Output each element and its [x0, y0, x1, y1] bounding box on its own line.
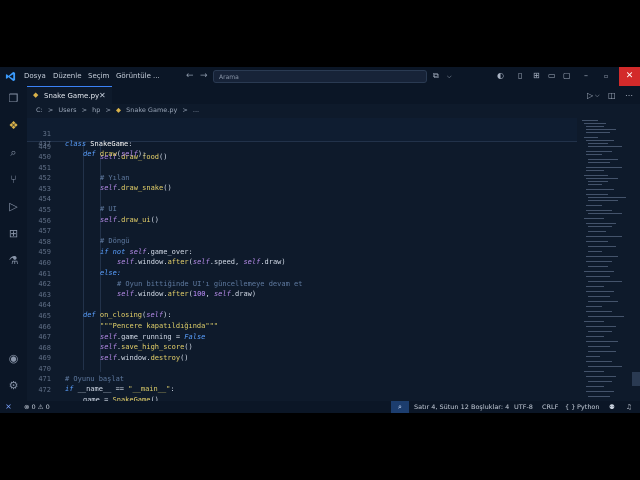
testing-icon[interactable]: ⚗ — [7, 254, 20, 267]
title-bar: Dosya Düzenle Seçim Görüntüle ... ← → Ar… — [0, 67, 640, 86]
chevron-down-icon[interactable]: ⌵ — [447, 73, 452, 81]
settings-icon[interactable]: ⚙ — [7, 379, 20, 392]
code-line: class SnakeGame: — [65, 140, 133, 148]
account-icon[interactable]: ◉ — [7, 352, 20, 365]
indent-guide — [83, 142, 84, 370]
command-search-input[interactable]: Arama — [213, 70, 427, 83]
menu-edit[interactable]: Düzenle — [53, 72, 82, 80]
menu-file[interactable]: Dosya — [24, 72, 46, 80]
code-line: # Oyun bittiğinde UI'ı güncellemeye deva… — [117, 280, 303, 288]
menu-selection[interactable]: Seçim — [88, 72, 109, 80]
search-icon[interactable]: ⌕ — [7, 146, 20, 159]
error-count: 0 — [31, 403, 36, 411]
problems-status[interactable]: ⊗ 0 ⚠ 0 — [24, 403, 50, 411]
code-line: self.window.after(self.speed, self.draw) — [117, 258, 286, 266]
breadcrumb-sep: > — [182, 106, 188, 114]
encoding-status[interactable]: UTF-8 — [514, 403, 533, 411]
warning-count: 0 — [45, 403, 50, 411]
code-editor[interactable]: 449 self.draw_food() 450 451 # Yılan 452… — [27, 118, 577, 401]
python-file-icon: ◆ — [33, 91, 39, 99]
tab-bar: ◆ Snake Game.py ✕ ▷ ⌵ ◫ ⋯ — [27, 86, 640, 104]
code-line: if not self.game_over: — [100, 248, 193, 256]
run-dropdown-icon[interactable]: ⌵ — [595, 92, 600, 100]
copilot-chat-icon[interactable]: ⧉ — [433, 71, 439, 81]
code-line: def on_closing(self): — [83, 311, 172, 319]
tab-label: Snake Game.py — [44, 92, 100, 100]
code-line: def draw(self): — [83, 150, 147, 158]
breadcrumb: C: > Users > hp > ◆ Snake Game.py > ... — [36, 106, 202, 114]
vscode-logo-icon[interactable] — [5, 71, 16, 82]
breadcrumb-drive[interactable]: C: — [36, 106, 43, 114]
sticky-scroll-header[interactable]: 31 class SnakeGame: 437 def draw(self): — [27, 118, 577, 158]
tab-snake-game[interactable]: ◆ Snake Game.py ✕ — [27, 86, 112, 104]
breadcrumb-sep: > — [81, 106, 88, 114]
close-icon: ✕ — [625, 71, 634, 81]
code-line: # Döngü — [100, 237, 130, 245]
breadcrumb-symbols[interactable]: ... — [193, 106, 199, 114]
menu-more[interactable]: ... — [153, 72, 160, 80]
breadcrumb-file[interactable]: Snake Game.py — [126, 106, 177, 114]
accounts-layout-icon[interactable]: ◐ — [497, 71, 504, 80]
scrollbar-thumb[interactable] — [632, 372, 640, 386]
code-line: # UI — [100, 205, 117, 213]
close-button[interactable]: ✕ — [619, 67, 640, 86]
toggle-panel-icon[interactable]: ⊞ — [533, 71, 540, 80]
code-line: # Yılan — [100, 174, 130, 182]
run-debug-icon[interactable]: ▷ — [7, 200, 20, 213]
breadcrumb-users[interactable]: Users — [58, 106, 76, 114]
split-editor-icon[interactable]: ◫ — [608, 91, 616, 100]
notifications-bell-icon[interactable]: ♫ — [626, 403, 632, 411]
code-line: # Oyunu başlat — [65, 375, 125, 383]
back-arrow-icon[interactable]: ← — [186, 71, 194, 81]
status-bar: ⨯ ⊗ 0 ⚠ 0 ⌕ Satır 4, Sütun 12 Boşluklar:… — [0, 401, 640, 413]
vertical-scrollbar[interactable] — [631, 118, 640, 401]
code-line: self.window.destroy() — [100, 354, 189, 362]
activity-bar: ❐ ❖ ⌕ ⑂ ▷ ⊞ ⚗ ◉ ⚙ — [0, 86, 27, 401]
extensions-icon[interactable]: ⊞ — [7, 227, 20, 240]
language-braces-icon: { } — [565, 403, 576, 411]
menu-view[interactable]: Görüntüle — [116, 72, 151, 80]
code-line: self.save_high_score() — [100, 343, 193, 351]
code-line: self.draw_snake() — [100, 184, 172, 192]
maximize-icon[interactable]: ▫ — [604, 73, 608, 80]
line-number: 472 — [38, 386, 51, 394]
code-line: """Pencere kapatıldığında""" — [100, 322, 219, 330]
error-icon: ⊗ — [24, 403, 30, 411]
python-icon[interactable]: ❖ — [7, 119, 20, 132]
zoom-icon[interactable]: ⌕ — [391, 401, 409, 413]
toggle-secondary-sidebar-icon[interactable]: ▭ — [548, 71, 556, 80]
eol-status[interactable]: CRLF — [542, 403, 558, 411]
remote-indicator-icon[interactable]: ⨯ — [0, 401, 17, 413]
code-line: self.game_running = False — [100, 333, 206, 341]
more-actions-icon[interactable]: ⋯ — [625, 91, 633, 100]
vscode-window: Dosya Düzenle Seçim Görüntüle ... ← → Ar… — [0, 67, 640, 413]
code-line: if __name__ == "__main__": — [65, 385, 175, 393]
minimap[interactable] — [580, 118, 630, 401]
close-tab-icon[interactable]: ✕ — [99, 91, 106, 100]
search-placeholder: Arama — [219, 74, 239, 81]
code-line: self.window.after(100, self.draw) — [117, 290, 257, 298]
run-python-file-icon[interactable]: ▷ — [587, 91, 593, 100]
toggle-primary-sidebar-icon[interactable]: ▯ — [518, 71, 522, 80]
cursor-position[interactable]: Satır 4, Sütun 12 — [414, 403, 469, 411]
warning-icon: ⚠ — [37, 403, 44, 411]
language-mode[interactable]: Python — [577, 403, 600, 411]
source-control-icon[interactable]: ⑂ — [7, 173, 20, 186]
breadcrumb-file-icon: ◆ — [116, 106, 122, 114]
line-number: 437 — [38, 140, 51, 148]
explorer-icon[interactable]: ❐ — [7, 92, 20, 105]
breadcrumb-hp[interactable]: hp — [92, 106, 100, 114]
customize-layout-icon[interactable]: ▢ — [563, 71, 571, 80]
breadcrumb-sep: > — [47, 106, 54, 114]
indentation-status[interactable]: Boşluklar: 4 — [471, 403, 509, 411]
code-line: else: — [100, 269, 122, 277]
copilot-status-icon[interactable]: ⚉ — [609, 403, 615, 411]
breadcrumb-sep: > — [105, 106, 111, 114]
forward-arrow-icon[interactable]: → — [200, 71, 208, 81]
code-line: self.draw_ui() — [100, 216, 160, 224]
minimize-icon[interactable]: – — [584, 71, 588, 80]
